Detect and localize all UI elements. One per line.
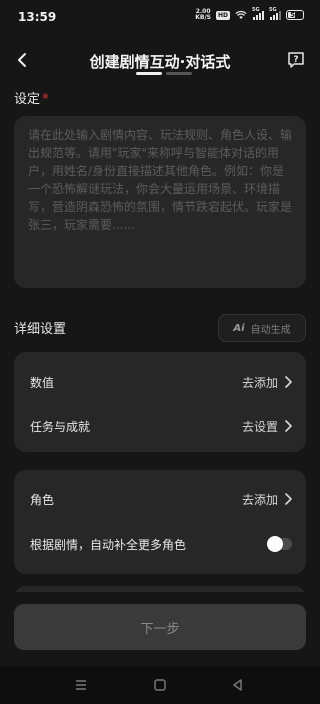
required-mark: * xyxy=(42,92,49,107)
tasks-achievements-action: 去设置 xyxy=(241,419,278,434)
chevron-right-icon xyxy=(285,376,292,388)
status-icons: 2.00 KB/S HD 5G 5G 51 xyxy=(195,7,304,21)
status-time: 13:59 xyxy=(18,10,57,24)
toggle-knob xyxy=(267,536,283,552)
page-title: 创建剧情互动·对话式 xyxy=(89,53,231,71)
signal-5g-icon: 5G xyxy=(252,7,264,20)
svg-text:?: ? xyxy=(293,55,298,65)
auto-complete-roles-label: 根据剧情，自动补全更多角色 xyxy=(30,537,187,552)
step-indicator-inactive xyxy=(166,72,192,75)
menu-icon[interactable] xyxy=(74,678,88,692)
setting-input-box xyxy=(14,116,306,288)
roles-card: 角色 去添加 根据剧情，自动补全更多角色 xyxy=(14,470,306,574)
network-speed: 2.00 KB/S xyxy=(195,8,211,21)
help-button[interactable]: ? xyxy=(286,50,306,70)
status-bar: 13:59 2.00 KB/S HD 5G 5G 51 xyxy=(0,0,320,34)
auto-generate-label: 自动生成 xyxy=(250,324,291,336)
values-row[interactable]: 数值 去添加 xyxy=(30,372,292,392)
auto-complete-roles-row: 根据剧情，自动补全更多角色 xyxy=(30,534,292,554)
chevron-right-icon xyxy=(285,493,292,505)
next-button[interactable]: 下一步 xyxy=(14,604,306,650)
roles-label: 角色 xyxy=(30,492,55,507)
values-label: 数值 xyxy=(30,375,55,390)
auto-complete-roles-toggle[interactable] xyxy=(267,536,292,552)
system-nav-bar xyxy=(0,666,320,704)
setting-label: 设定 * xyxy=(14,92,49,107)
step-indicator-active xyxy=(136,72,162,75)
battery-icon: 51 xyxy=(286,10,304,20)
values-tasks-card: 数值 去添加 任务与成就 去设置 xyxy=(14,352,306,452)
values-action: 去添加 xyxy=(241,375,278,390)
signal-5g-icon: 5G xyxy=(269,7,281,20)
step-indicator xyxy=(136,72,192,75)
tasks-achievements-row[interactable]: 任务与成就 去设置 xyxy=(30,416,292,436)
ai-icon: Ai xyxy=(233,322,245,334)
wifi-icon xyxy=(235,10,247,19)
hd-badge: HD xyxy=(215,10,230,20)
tasks-achievements-label: 任务与成就 xyxy=(30,419,91,434)
home-icon[interactable] xyxy=(153,678,167,692)
roles-row[interactable]: 角色 去添加 xyxy=(30,489,292,509)
detail-settings-label: 详细设置 xyxy=(14,322,67,337)
help-icon: ? xyxy=(288,52,304,68)
auto-generate-button[interactable]: Ai 自动生成 xyxy=(218,314,306,342)
setting-input[interactable] xyxy=(28,126,292,278)
roles-action: 去添加 xyxy=(241,492,278,507)
back-triangle-icon[interactable] xyxy=(231,678,245,692)
chevron-right-icon xyxy=(285,420,292,432)
nav-bar: 创建剧情互动·对话式 ? xyxy=(0,40,320,80)
